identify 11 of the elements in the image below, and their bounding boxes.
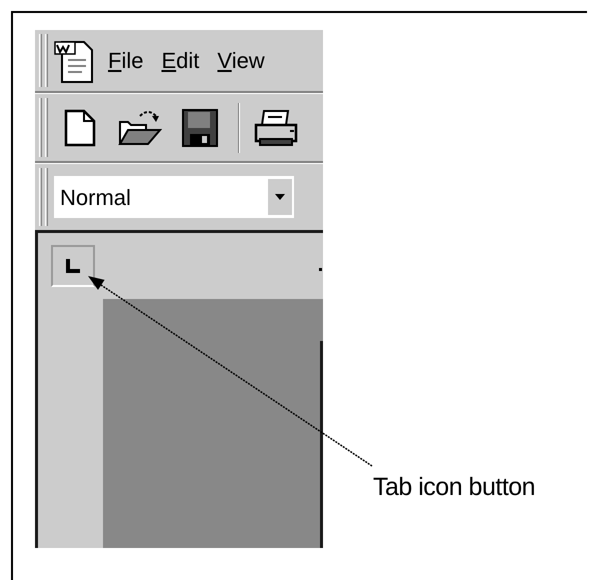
- printer-icon[interactable]: [254, 108, 298, 146]
- ruler-mark: [319, 268, 322, 271]
- dropdown-arrow-icon: [275, 194, 285, 200]
- menu-item[interactable]: File: [108, 44, 144, 77]
- annotation-label: Tab icon button: [373, 472, 536, 503]
- menu-item[interactable]: View: [217, 44, 265, 77]
- new-document-icon[interactable]: [64, 108, 96, 146]
- menu-item[interactable]: Edit: [161, 44, 200, 77]
- left-tab-stop-icon: [66, 259, 80, 273]
- style-dropdown[interactable]: Normal: [54, 176, 294, 218]
- tab-selector-button[interactable]: [51, 245, 95, 287]
